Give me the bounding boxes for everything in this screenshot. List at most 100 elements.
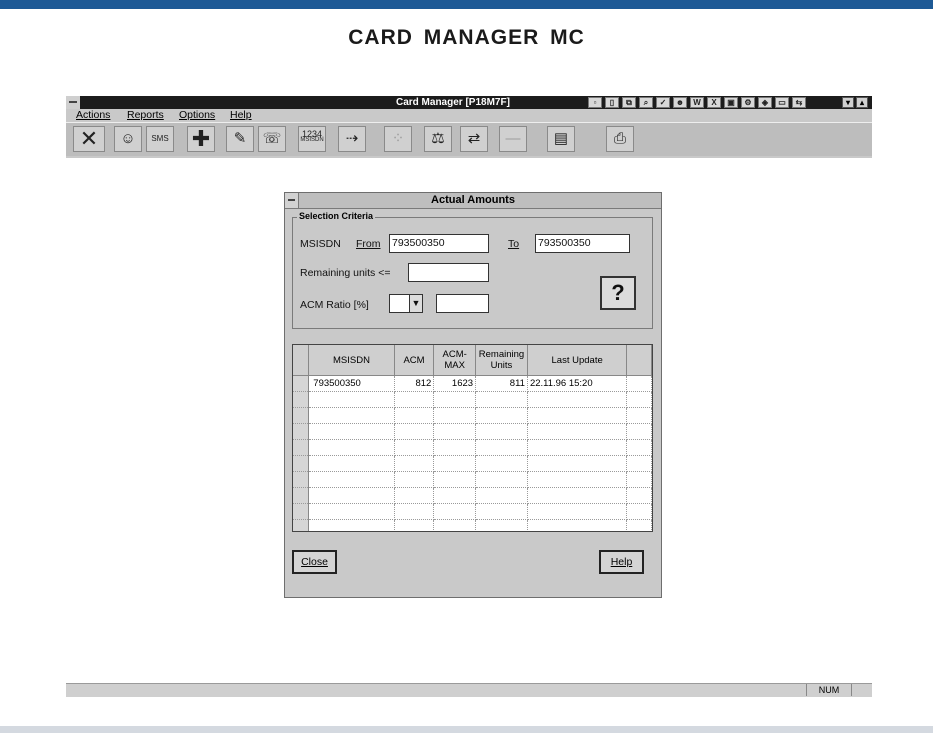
row-header[interactable] xyxy=(293,439,310,456)
minimize-icon[interactable]: ▾ xyxy=(842,97,854,108)
table-cell[interactable] xyxy=(626,503,652,520)
table-cell[interactable] xyxy=(626,439,652,456)
table-row[interactable] xyxy=(293,519,652,531)
table-cell[interactable] xyxy=(527,439,628,456)
table-cell[interactable] xyxy=(394,519,435,531)
table-cell[interactable] xyxy=(626,455,652,472)
check-icon[interactable]: ✓ xyxy=(656,97,670,108)
users-icon[interactable]: ☻ xyxy=(673,97,687,108)
col-header-remaining-units[interactable]: Remaining Units xyxy=(475,345,528,376)
line-icon[interactable]: — xyxy=(499,126,527,152)
menu-actions[interactable]: Actions xyxy=(76,109,110,121)
table-row[interactable] xyxy=(293,439,652,456)
table-cell[interactable] xyxy=(475,423,528,440)
row-header[interactable] xyxy=(293,487,310,504)
table-cell[interactable] xyxy=(475,519,528,531)
cell-remaining-units[interactable]: 811 xyxy=(475,375,528,392)
row-header[interactable] xyxy=(293,455,310,472)
row-header[interactable] xyxy=(293,375,310,392)
table-row[interactable] xyxy=(293,423,652,440)
table-cell[interactable] xyxy=(626,407,652,424)
table-cell[interactable] xyxy=(433,423,477,440)
msisdn-to-field[interactable]: 793500350 xyxy=(535,234,630,253)
table-cell[interactable] xyxy=(394,423,435,440)
table-cell[interactable] xyxy=(394,407,435,424)
table-cell[interactable] xyxy=(527,503,628,520)
table-cell[interactable] xyxy=(433,439,477,456)
table-cell[interactable] xyxy=(527,455,628,472)
query-icon[interactable]: ✎ xyxy=(226,126,254,152)
close-button[interactable]: Close xyxy=(292,550,337,574)
table-cell[interactable] xyxy=(527,471,628,488)
table-cell[interactable] xyxy=(527,391,628,408)
table-row[interactable] xyxy=(293,455,652,472)
table-cell[interactable] xyxy=(475,407,528,424)
add-icon[interactable]: ✚ xyxy=(187,126,215,152)
cell-msisdn[interactable]: 793500350 xyxy=(308,375,395,392)
chat-icon[interactable]: ☏ xyxy=(258,126,286,152)
document-icon[interactable]: ▭ xyxy=(775,97,789,108)
chevron-down-icon[interactable]: ▼ xyxy=(409,294,423,313)
col-header-acm[interactable]: ACM xyxy=(394,345,435,376)
table-cell[interactable] xyxy=(626,487,652,504)
menu-reports[interactable]: Reports xyxy=(127,109,164,121)
table-cell[interactable] xyxy=(394,503,435,520)
row-header[interactable] xyxy=(293,503,310,520)
table-cell[interactable] xyxy=(308,487,395,504)
help-question-icon[interactable]: ? xyxy=(600,276,636,310)
table-cell[interactable] xyxy=(626,423,652,440)
acm-ratio-operator-select[interactable]: ▼ xyxy=(389,294,423,313)
window-icon[interactable]: ▫ xyxy=(588,97,602,108)
remaining-units-field[interactable] xyxy=(408,263,489,282)
table-cell[interactable] xyxy=(308,503,395,520)
table-cell[interactable] xyxy=(433,391,477,408)
table-cell[interactable] xyxy=(527,407,628,424)
balance-icon[interactable]: ⚖ xyxy=(424,126,452,152)
table-cell[interactable] xyxy=(394,471,435,488)
table-cell[interactable] xyxy=(433,471,477,488)
table-cell[interactable] xyxy=(394,439,435,456)
table-cell[interactable] xyxy=(475,471,528,488)
page-icon[interactable]: ▯ xyxy=(605,97,619,108)
diamond-icon[interactable]: ◈ xyxy=(758,97,772,108)
table-row[interactable] xyxy=(293,471,652,488)
table-cell[interactable] xyxy=(394,455,435,472)
printer-icon[interactable]: ⎙ xyxy=(606,126,634,152)
network-icon[interactable]: ⇆ xyxy=(792,97,806,108)
system-menu-icon[interactable] xyxy=(66,96,80,109)
table-cell[interactable] xyxy=(475,503,528,520)
table-cell[interactable] xyxy=(308,455,395,472)
table-cell[interactable] xyxy=(433,487,477,504)
table-row[interactable] xyxy=(293,503,652,520)
table-cell[interactable] xyxy=(433,455,477,472)
row-header[interactable] xyxy=(293,407,310,424)
table-row[interactable] xyxy=(293,391,652,408)
menu-help[interactable]: Help xyxy=(230,109,252,121)
table-cell[interactable] xyxy=(475,487,528,504)
help-button[interactable]: Help xyxy=(599,550,644,574)
table-cell[interactable] xyxy=(308,391,395,408)
table-cell[interactable] xyxy=(308,519,395,531)
table-cell[interactable] xyxy=(308,407,395,424)
table-cell[interactable] xyxy=(626,391,652,408)
row-header[interactable] xyxy=(293,471,310,488)
cell-acm[interactable]: 812 xyxy=(394,375,435,392)
row-header[interactable] xyxy=(293,391,310,408)
table-cell[interactable] xyxy=(475,455,528,472)
col-header-last-update[interactable]: Last Update xyxy=(527,345,628,376)
table-cell[interactable] xyxy=(433,503,477,520)
word-icon[interactable]: W xyxy=(690,97,704,108)
col-header-acm-max[interactable]: ACM-MAX xyxy=(433,345,477,376)
gear-icon[interactable]: ⚙ xyxy=(741,97,755,108)
table-cell[interactable] xyxy=(394,391,435,408)
table-row[interactable] xyxy=(293,407,652,424)
table-cell[interactable] xyxy=(626,519,652,531)
table-cell[interactable] xyxy=(308,439,395,456)
table-row[interactable] xyxy=(293,487,652,504)
table-cell[interactable] xyxy=(433,407,477,424)
copy-icon[interactable]: ⧉ xyxy=(622,97,636,108)
transfer-icon[interactable]: ⇢ xyxy=(338,126,366,152)
msisdn-from-field[interactable]: 793500350 xyxy=(389,234,489,253)
dispenser-icon[interactable]: ▤ xyxy=(547,126,575,152)
cell-empty[interactable] xyxy=(626,375,652,392)
